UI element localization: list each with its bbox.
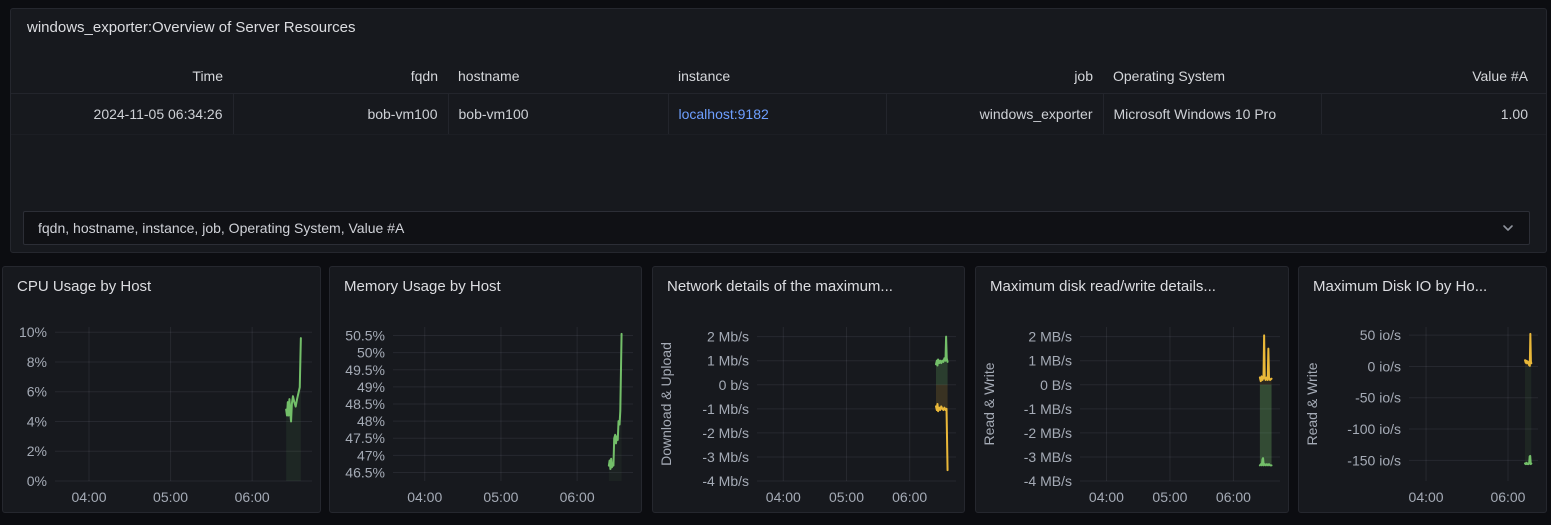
column-header-job[interactable]: job	[886, 59, 1103, 94]
chart-title-cpu[interactable]: CPU Usage by Host	[17, 278, 312, 295]
svg-text:-1 Mb/s: -1 Mb/s	[702, 401, 749, 417]
chart-title-memory[interactable]: Memory Usage by Host	[344, 278, 633, 295]
fields-dropdown-value: fqdn, hostname, instance, job, Operating…	[38, 220, 405, 236]
memory-usage-chart[interactable]: 04:00 05:00 06:00 50.5% 50% 49.5% 49% 48.5% 48% 4…	[330, 267, 641, 512]
svg-text:1 Mb/s: 1 Mb/s	[707, 353, 749, 369]
cell-fqdn: bob-vm100	[232, 93, 448, 135]
svg-text:Read & Write: Read & Write	[1304, 362, 1320, 445]
chart-panel-disk-rw: Maximum disk read/write details... 04:00…	[975, 266, 1289, 513]
svg-text:1 MB/s: 1 MB/s	[1028, 353, 1072, 369]
cell-time: 2024-11-05 06:34:26	[11, 93, 233, 135]
table-header-row: Time fqdn hostname instance job Operatin…	[11, 59, 1546, 94]
chart-panel-network: Network details of the maximum... 04:00 0…	[652, 266, 965, 513]
svg-text:2 Mb/s: 2 Mb/s	[707, 329, 749, 345]
column-header-os[interactable]: Operating System	[1103, 59, 1321, 94]
svg-text:-3 Mb/s: -3 Mb/s	[702, 449, 749, 465]
svg-text:-50 io/s: -50 io/s	[1355, 390, 1401, 406]
panel-title[interactable]: windows_exporter:Overview of Server Reso…	[27, 19, 355, 36]
table-panel: windows_exporter:Overview of Server Reso…	[10, 8, 1547, 253]
cell-job: windows_exporter	[885, 93, 1103, 135]
cell-instance: localhost:9182	[667, 93, 886, 135]
svg-text:04:00: 04:00	[71, 489, 106, 505]
cell-hostname: bob-vm100	[447, 93, 668, 135]
disk-readwrite-chart[interactable]: 04:00 05:00 06:00 2 MB/s 1 MB/s 0 B/s -1 MB/s -…	[976, 267, 1288, 512]
svg-text:-150 io/s: -150 io/s	[1347, 452, 1401, 468]
svg-text:05:00: 05:00	[153, 489, 188, 505]
column-header-instance[interactable]: instance	[668, 59, 886, 94]
cell-value: 1.00	[1320, 93, 1546, 135]
chart-panel-memory: Memory Usage by Host 04:00 05:00 06:00 50.5…	[329, 266, 642, 513]
fields-dropdown[interactable]: fqdn, hostname, instance, job, Operating…	[23, 211, 1530, 245]
chart-title-network[interactable]: Network details of the maximum...	[667, 278, 956, 295]
svg-text:50 io/s: 50 io/s	[1360, 327, 1401, 343]
chevron-down-icon	[1501, 221, 1515, 235]
svg-text:2%: 2%	[27, 443, 47, 459]
svg-text:0 B/s: 0 B/s	[1040, 377, 1072, 393]
column-header-hostname[interactable]: hostname	[448, 59, 668, 94]
cell-os: Microsoft Windows 10 Pro	[1102, 93, 1321, 135]
svg-text:05:00: 05:00	[1152, 489, 1187, 505]
disk-io-chart[interactable]: 04:00 06:00 50 io/s 0 io/s -50 io/s -100 io/s…	[1299, 267, 1546, 512]
svg-text:0 b/s: 0 b/s	[719, 377, 749, 393]
column-header-fqdn[interactable]: fqdn	[233, 59, 448, 94]
results-table: Time fqdn hostname instance job Operatin…	[11, 59, 1546, 135]
svg-text:50.5%: 50.5%	[345, 328, 385, 344]
svg-text:48.5%: 48.5%	[345, 396, 385, 412]
svg-text:-100 io/s: -100 io/s	[1347, 421, 1401, 437]
svg-text:06:00: 06:00	[560, 489, 595, 505]
svg-text:06:00: 06:00	[1216, 489, 1251, 505]
svg-text:-1 MB/s: -1 MB/s	[1024, 401, 1072, 417]
column-header-value[interactable]: Value #A	[1321, 59, 1546, 94]
svg-text:48%: 48%	[357, 413, 385, 429]
svg-text:06:00: 06:00	[235, 489, 270, 505]
svg-text:06:00: 06:00	[1490, 489, 1525, 505]
svg-text:49.5%: 49.5%	[345, 362, 385, 378]
svg-text:49%: 49%	[357, 379, 385, 395]
svg-text:6%: 6%	[27, 384, 47, 400]
svg-text:2 MB/s: 2 MB/s	[1028, 329, 1072, 345]
svg-text:04:00: 04:00	[407, 489, 442, 505]
svg-text:05:00: 05:00	[483, 489, 518, 505]
instance-link[interactable]: localhost:9182	[679, 106, 769, 122]
svg-text:04:00: 04:00	[1409, 489, 1444, 505]
chart-panel-disk-io: Maximum Disk IO by Ho... 04:00 06:00 50 io…	[1298, 266, 1547, 513]
column-header-time[interactable]: Time	[11, 59, 233, 94]
svg-text:10%: 10%	[19, 324, 47, 340]
chart-panel-cpu: CPU Usage by Host 04:00 05:00 06:00 10% 8% 6%…	[2, 266, 321, 513]
svg-text:46.5%: 46.5%	[345, 464, 385, 480]
svg-text:04:00: 04:00	[766, 489, 801, 505]
svg-text:-4 Mb/s: -4 Mb/s	[702, 473, 749, 489]
chart-title-disk-io[interactable]: Maximum Disk IO by Ho...	[1313, 278, 1538, 295]
svg-text:0%: 0%	[27, 473, 47, 489]
chart-title-disk-rw[interactable]: Maximum disk read/write details...	[990, 278, 1280, 295]
svg-text:8%: 8%	[27, 354, 47, 370]
svg-text:04:00: 04:00	[1089, 489, 1124, 505]
cpu-usage-chart[interactable]: 04:00 05:00 06:00 10% 8% 6% 4% 2% 0%	[3, 267, 320, 512]
svg-text:4%: 4%	[27, 413, 47, 429]
svg-text:Read & Write: Read & Write	[981, 362, 997, 445]
svg-text:05:00: 05:00	[829, 489, 864, 505]
svg-text:06:00: 06:00	[892, 489, 927, 505]
svg-text:-2 Mb/s: -2 Mb/s	[702, 425, 749, 441]
svg-text:50%: 50%	[357, 345, 385, 361]
svg-text:-2 MB/s: -2 MB/s	[1024, 425, 1072, 441]
svg-text:Download & Upload: Download & Upload	[658, 342, 674, 466]
svg-text:47%: 47%	[357, 447, 385, 463]
svg-text:0 io/s: 0 io/s	[1368, 358, 1401, 374]
table-row: 2024-11-05 06:34:26 bob-vm100 bob-vm100 …	[11, 93, 1546, 135]
svg-text:47.5%: 47.5%	[345, 430, 385, 446]
svg-text:-4 MB/s: -4 MB/s	[1024, 473, 1072, 489]
network-chart[interactable]: 04:00 05:00 06:00 2 Mb/s 1 Mb/s 0 b/s -1 Mb/s -…	[653, 267, 964, 512]
svg-text:-3 MB/s: -3 MB/s	[1024, 449, 1072, 465]
